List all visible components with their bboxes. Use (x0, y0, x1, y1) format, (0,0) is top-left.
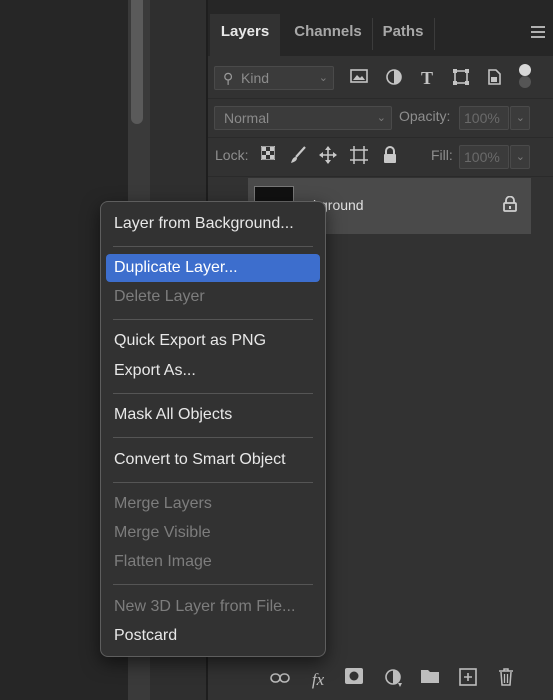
chevron-down-icon: ⌄ (318, 72, 328, 84)
adjustment-filter-icon[interactable] (383, 68, 405, 88)
menu-item-convert-to-smart-object[interactable]: Convert to Smart Object (106, 446, 320, 474)
lock-artboard-icon[interactable] (349, 146, 369, 166)
fill-label: Fill: (431, 147, 453, 163)
chevron-down-icon: ⌄ (515, 112, 525, 124)
folder-icon[interactable] (418, 668, 442, 692)
menu-separator (113, 482, 313, 483)
menu-separator (113, 319, 313, 320)
opacity-input[interactable]: 100% (459, 106, 509, 130)
fill-dropdown[interactable]: ⌄ (510, 145, 530, 169)
fill-input[interactable]: 100% (459, 145, 509, 169)
canvas-scrollbar-thumb[interactable] (131, 0, 143, 124)
menu-item-layer-from-background[interactable]: Layer from Background... (106, 210, 320, 238)
panel-menu-icon[interactable] (531, 26, 545, 38)
divider (208, 137, 553, 138)
menu-item-duplicate-layer[interactable]: Duplicate Layer... (106, 254, 320, 282)
menu-item-merge-layers[interactable]: Merge Layers (106, 490, 320, 518)
opacity-value: 100% (464, 110, 500, 126)
lock-icon[interactable] (503, 195, 517, 216)
layer-context-menu: Layer from Background... Duplicate Layer… (100, 201, 326, 657)
trash-icon[interactable] (494, 668, 518, 692)
menu-separator (113, 437, 313, 438)
menu-separator (113, 393, 313, 394)
chevron-down-icon: ⌄ (515, 151, 525, 163)
type-filter-icon[interactable]: T (416, 68, 438, 88)
lock-transparent-icon[interactable] (258, 145, 278, 166)
smart-object-filter-icon[interactable] (483, 68, 505, 88)
fill-value: 100% (464, 149, 500, 165)
shape-filter-icon[interactable] (450, 68, 472, 88)
menu-item-export-as[interactable]: Export As... (106, 357, 320, 385)
new-layer-icon[interactable] (456, 668, 480, 692)
filter-kind-label: Kind (241, 70, 270, 86)
divider (434, 18, 435, 50)
menu-separator (113, 584, 313, 585)
lock-label: Lock: (215, 147, 249, 163)
menu-separator (113, 246, 313, 247)
opacity-dropdown[interactable]: ⌄ (510, 106, 530, 130)
opacity-label: Opacity: (399, 108, 451, 124)
menu-item-quick-export-png[interactable]: Quick Export as PNG (106, 327, 320, 355)
menu-item-postcard[interactable]: Postcard (106, 622, 320, 650)
blend-mode-select[interactable]: Normal ⌄ (214, 106, 392, 130)
menu-item-delete-layer[interactable]: Delete Layer (106, 283, 320, 311)
divider (208, 176, 553, 177)
fx-icon[interactable]: fx (306, 668, 330, 692)
blend-mode-value: Normal (224, 110, 270, 126)
chevron-down-icon: ⌄ (376, 112, 386, 124)
menu-item-flatten-image[interactable]: Flatten Image (106, 548, 320, 576)
search-icon: ⚲ (223, 70, 234, 86)
panel-tab-bar: Layers Channels Paths (208, 0, 553, 56)
lock-all-icon[interactable] (380, 146, 400, 166)
divider (208, 98, 553, 99)
image-filter-icon[interactable] (348, 68, 370, 88)
mask-icon[interactable] (342, 668, 366, 692)
link-icon[interactable] (268, 668, 292, 692)
menu-item-mask-all-objects[interactable]: Mask All Objects (106, 401, 320, 429)
filter-toggle-icon[interactable] (519, 64, 531, 88)
lock-position-icon[interactable] (318, 146, 338, 166)
menu-item-merge-visible[interactable]: Merge Visible (106, 519, 320, 547)
menu-item-new-3d-layer-from-file[interactable]: New 3D Layer from File... (106, 593, 320, 621)
tab-channels[interactable]: Channels (284, 14, 372, 56)
lock-pixels-icon[interactable] (288, 146, 308, 166)
tab-layers[interactable]: Layers (210, 14, 280, 56)
adjustment-icon[interactable] (382, 668, 406, 692)
tab-paths[interactable]: Paths (372, 14, 434, 56)
filter-kind-select[interactable]: ⚲ Kind ⌄ (214, 66, 334, 90)
